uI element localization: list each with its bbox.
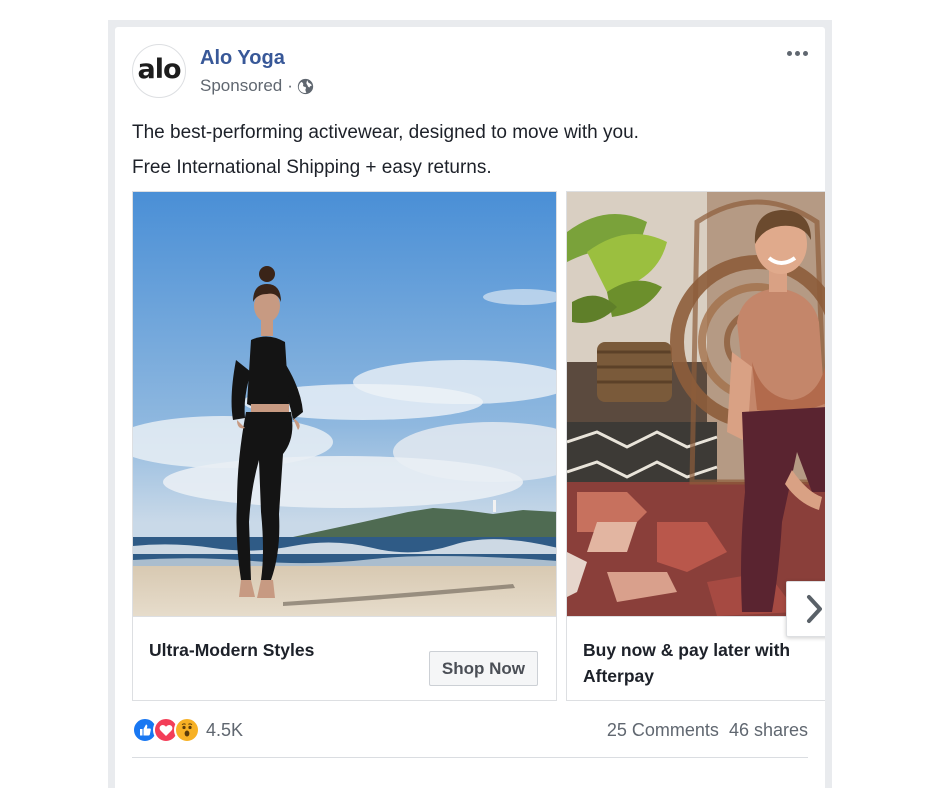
sponsored-post-card: alo Alo Yoga Sponsored · The best-perfor… (115, 27, 825, 788)
post-text-line-2: Free International Shipping + easy retur… (132, 157, 492, 178)
more-options-icon[interactable] (783, 43, 811, 63)
carousel-card-2-title[interactable]: Buy now & pay later with Afterpay (583, 637, 823, 689)
chevron-right-icon (807, 595, 822, 623)
carousel: Ultra-Modern Styles Shop Now Buy now & p… (132, 191, 825, 701)
meta-separator: · (287, 76, 293, 95)
post-text-line-1: The best-performing activewear, designed… (132, 122, 639, 143)
post-stats: 25 Comments 46 shares (607, 720, 808, 741)
sponsored-label[interactable]: Sponsored (200, 76, 282, 96)
carousel-image-beach[interactable] (133, 192, 556, 616)
shares-count-link[interactable]: 46 shares (729, 720, 808, 741)
reactions-summary[interactable]: 4.5K (132, 717, 243, 743)
wow-icon (174, 717, 200, 743)
page-name-link[interactable]: Alo Yoga (200, 47, 285, 70)
post-message: The best-performing activewear, designed… (132, 115, 812, 185)
carousel-card-1[interactable]: Ultra-Modern Styles Shop Now (132, 191, 557, 701)
page-avatar[interactable]: alo (132, 44, 186, 98)
comments-count-link[interactable]: 25 Comments (607, 720, 719, 741)
avatar-logo-text: alo (137, 53, 181, 85)
shop-now-button[interactable]: Shop Now (428, 651, 538, 686)
reaction-count[interactable]: 4.5K (206, 720, 243, 741)
globe-icon[interactable] (297, 78, 314, 95)
carousel-next-button[interactable] (786, 581, 825, 637)
carousel-image-chair[interactable] (567, 192, 825, 616)
post-meta: Sponsored · (200, 76, 314, 96)
carousel-card-1-footer: Ultra-Modern Styles Shop Now (133, 616, 556, 701)
carousel-card-1-title[interactable]: Ultra-Modern Styles (149, 637, 389, 663)
footer-divider (132, 757, 808, 758)
engagement-bar: 4.5K 25 Comments 46 shares (132, 715, 808, 745)
